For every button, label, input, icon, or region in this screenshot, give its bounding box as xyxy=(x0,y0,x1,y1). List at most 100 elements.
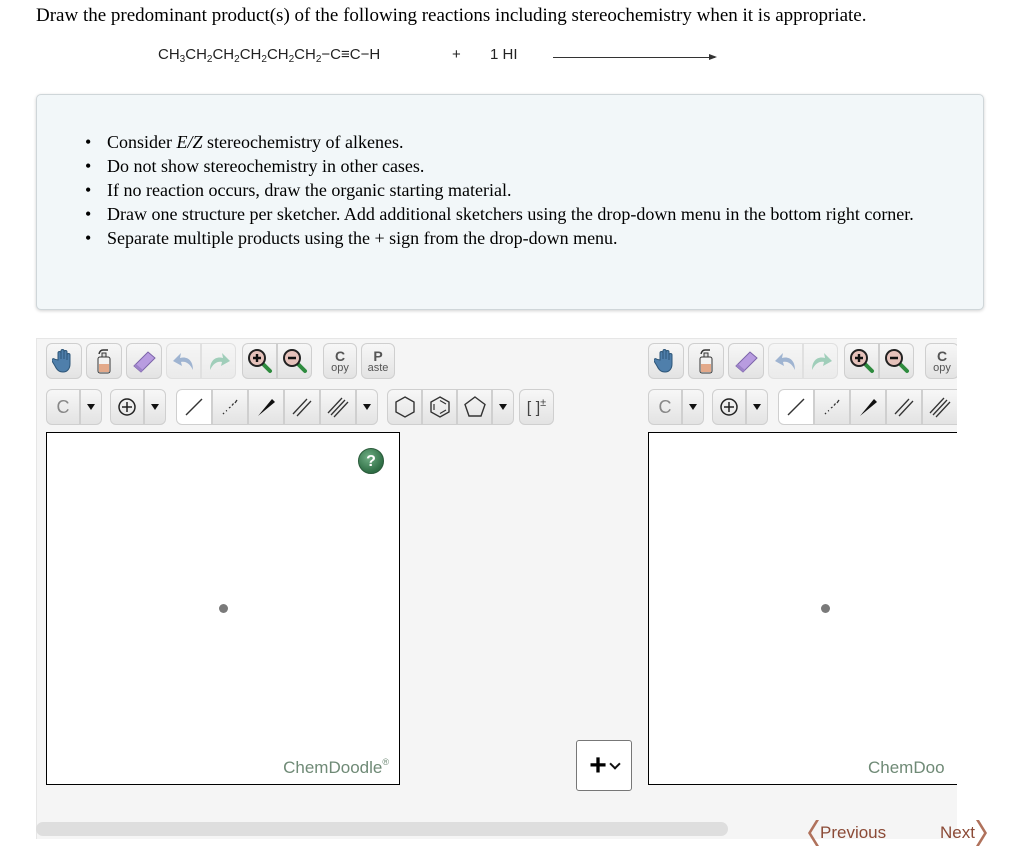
previous-label: Previous xyxy=(820,823,887,842)
caret-down-icon xyxy=(499,404,507,410)
instruction-item: If no reaction occurs, draw the organic … xyxy=(85,178,967,202)
bond-dropdown-button[interactable] xyxy=(356,389,378,425)
wedge-bond-button[interactable] xyxy=(850,389,886,425)
element-dropdown-button[interactable] xyxy=(80,389,102,425)
eraser-icon xyxy=(735,351,758,373)
pan-tool-button[interactable] xyxy=(648,343,684,379)
copy-button[interactable]: Copy xyxy=(925,343,957,379)
cyclohexane-button[interactable] xyxy=(387,389,422,425)
cyclopentane-button[interactable] xyxy=(457,389,492,425)
formula-part: −C≡C−H xyxy=(321,46,381,63)
charge-bracket-button[interactable]: [ ]± xyxy=(519,389,554,425)
benzene-button[interactable] xyxy=(422,389,457,425)
ring-dropdown-button[interactable] xyxy=(492,389,514,425)
element-label: C xyxy=(658,396,672,417)
wedge-bond-icon xyxy=(258,399,275,416)
zoom-in-button[interactable] xyxy=(242,343,277,379)
undo-button[interactable] xyxy=(768,343,803,379)
sketcher-work-area: Copy Paste C []± ? ChemDoodle® C opy C … xyxy=(36,338,957,839)
pan-tool-button[interactable] xyxy=(46,343,82,379)
zoom-out-button[interactable] xyxy=(277,343,312,379)
next-label: Next xyxy=(940,823,975,842)
triple-bond-button[interactable] xyxy=(922,389,957,425)
element-dropdown-button[interactable] xyxy=(682,389,704,425)
zoom-out-icon xyxy=(884,349,909,373)
zoom-out-button[interactable] xyxy=(879,343,914,379)
triple-bond-icon xyxy=(327,397,349,418)
caret-down-icon xyxy=(87,404,95,410)
formula-part: CH xyxy=(266,46,289,63)
undo-icon xyxy=(172,353,193,370)
instruction-item: Consider E/Z stereochemistry of alkenes. xyxy=(85,130,967,154)
zoom-in-button[interactable] xyxy=(844,343,879,379)
double-bond-button[interactable] xyxy=(284,389,320,425)
hand-icon xyxy=(52,349,71,373)
paste-label-small: aste xyxy=(367,361,389,374)
plus-icon: + xyxy=(589,748,607,782)
sketcher-canvas[interactable]: ? ChemDoodle® xyxy=(46,432,400,785)
copy-button[interactable]: Copy xyxy=(323,343,357,379)
eraser-tool-button[interactable] xyxy=(126,343,162,379)
caret-down-icon xyxy=(363,404,371,410)
cyclopentane-icon xyxy=(463,396,486,417)
element-carbon-button[interactable]: C xyxy=(648,389,682,425)
triple-bond-icon xyxy=(929,397,951,418)
chevron-left-icon xyxy=(808,820,819,846)
formula-part: CH xyxy=(158,46,180,63)
help-button[interactable]: ? xyxy=(358,448,384,474)
reaction-equation: CH3CH2CH2CH2CH2CH2−C≡C−H + 1 HI xyxy=(158,46,518,65)
next-button[interactable]: Next xyxy=(940,819,987,847)
element-label: C xyxy=(56,396,70,417)
add-sketcher-dropdown[interactable]: + xyxy=(576,740,632,791)
triple-bond-button[interactable] xyxy=(320,389,356,425)
reagent: 1 HI xyxy=(490,46,518,63)
charge-dropdown-button[interactable] xyxy=(746,389,768,425)
undo-button[interactable] xyxy=(166,343,201,379)
canvas-center-dot xyxy=(219,604,228,613)
sketcher-canvas[interactable]: ChemDoo xyxy=(648,432,957,785)
single-bond-button[interactable] xyxy=(176,389,212,425)
instruction-item: Do not show stereochemistry in other cas… xyxy=(85,154,967,178)
circled-plus-icon xyxy=(118,398,136,416)
redo-button[interactable] xyxy=(803,343,838,379)
clear-tool-button[interactable] xyxy=(688,343,724,379)
chevron-right-icon xyxy=(975,820,987,846)
charge-bracket-label: [ ]± xyxy=(526,396,547,417)
chemdoodle-brand: ChemDoodle® xyxy=(283,757,389,777)
formula-part: CH xyxy=(212,46,235,63)
hashed-bond-icon xyxy=(222,399,238,415)
cyclohexane-icon xyxy=(394,396,415,418)
element-carbon-button[interactable]: C xyxy=(46,389,80,425)
plus-sign: + xyxy=(452,46,461,63)
copy-label-big: C xyxy=(334,347,346,364)
eraser-tool-button[interactable] xyxy=(728,343,764,379)
charge-plus-button[interactable] xyxy=(110,389,144,425)
caret-down-icon xyxy=(753,404,761,410)
double-bond-button[interactable] xyxy=(886,389,922,425)
clear-tool-button[interactable] xyxy=(86,343,122,379)
zoom-in-icon xyxy=(247,349,272,373)
double-bond-icon xyxy=(894,398,914,417)
hashed-bond-button[interactable] xyxy=(212,389,248,425)
instruction-item: Draw one structure per sketcher. Add add… xyxy=(85,202,967,226)
instructions-list: Consider E/Z stereochemistry of alkenes.… xyxy=(85,130,967,250)
charge-dropdown-button[interactable] xyxy=(144,389,166,425)
charge-plus-button[interactable] xyxy=(712,389,746,425)
chevron-down-icon xyxy=(609,757,621,770)
previous-button[interactable]: Previous xyxy=(808,819,886,847)
zoom-in-icon xyxy=(849,349,874,373)
paste-button[interactable]: Paste xyxy=(361,343,395,379)
redo-button[interactable] xyxy=(201,343,236,379)
redo-icon xyxy=(811,353,832,370)
double-bond-icon xyxy=(292,398,312,417)
hand-icon xyxy=(654,349,673,373)
hashed-bond-button[interactable] xyxy=(814,389,850,425)
copy-label-big: C xyxy=(936,347,948,364)
zoom-out-icon xyxy=(282,349,307,373)
wedge-bond-button[interactable] xyxy=(248,389,284,425)
horizontal-scrollbar[interactable] xyxy=(36,822,728,836)
redo-icon xyxy=(209,353,230,370)
single-bond-icon xyxy=(185,398,203,416)
instruction-item: Separate multiple products using the + s… xyxy=(85,226,967,250)
single-bond-button[interactable] xyxy=(778,389,814,425)
